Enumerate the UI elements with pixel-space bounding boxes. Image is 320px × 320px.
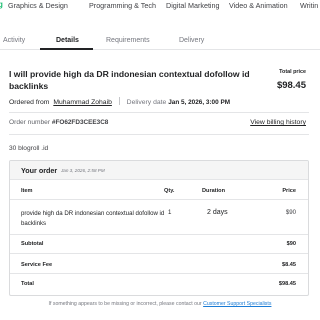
row-divider — [10, 253, 308, 254]
total-price-label: Total price — [279, 69, 306, 75]
total-label: Total — [21, 281, 34, 287]
item-price: $90 — [285, 209, 296, 216]
total-price-value: $98.45 — [276, 80, 306, 91]
nav-item-graphics-design[interactable]: Graphics & Design — [8, 1, 68, 10]
order-tabs: Activity Details Requirements Delivery — [0, 30, 320, 50]
order-number-label: Order number — [9, 119, 51, 126]
item-duration: 2 days — [207, 209, 228, 216]
ordered-from-label: Ordered from — [9, 99, 50, 106]
delivery-date-value: Jan 5, 2026, 3:00 PM — [168, 99, 231, 106]
nav-item-writing[interactable]: Writin — [300, 1, 318, 10]
row-divider — [10, 199, 308, 200]
row-divider — [10, 273, 308, 274]
order-meta-row: Ordered from Muhammad Zohaib Delivery da… — [9, 97, 230, 106]
item-description: provide high da DR indonesian contextual… — [21, 210, 165, 227]
active-tab-indicator — [40, 48, 93, 50]
subtotal-label: Subtotal — [21, 241, 44, 247]
column-header-item: Item — [21, 188, 33, 194]
tab-requirements[interactable]: Requirements — [106, 37, 150, 44]
order-quantity-note: 30 blogroll .id — [9, 145, 49, 152]
nav-item-programming-tech[interactable]: Programming & Tech — [89, 1, 156, 10]
your-order-title: Your order — [21, 166, 58, 175]
subtotal-value: $90 — [286, 241, 296, 247]
nav-item-video-animation[interactable]: Video & Animation — [229, 1, 288, 10]
support-note-text: If something appears to be missing or in… — [48, 301, 202, 307]
service-fee-value: $8.45 — [282, 262, 296, 268]
service-fee-label: Service Fee — [21, 262, 53, 268]
delivery-date-label: Delivery date — [126, 99, 167, 106]
tab-activity[interactable]: Activity — [3, 37, 25, 44]
divider — [9, 112, 309, 113]
tab-details[interactable]: Details — [56, 37, 79, 44]
your-order-card: Your order Jan 3, 2026, 2:58 PM Item Qty… — [9, 160, 309, 296]
row-divider — [10, 234, 308, 235]
order-number-value: #FO62FD3CEE3C8 — [51, 119, 109, 126]
logo-fragment[interactable]: g — [0, 0, 3, 9]
card-header: Your order Jan 3, 2026, 2:58 PM — [10, 161, 308, 180]
category-nav: g Graphics & Design Programming & Tech D… — [0, 0, 320, 13]
seller-link[interactable]: Muhammad Zohaib — [53, 99, 112, 106]
meta-divider — [118, 97, 120, 105]
item-qty: 1 — [168, 209, 172, 216]
column-header-duration: Duration — [202, 188, 225, 194]
view-billing-history-link[interactable]: View billing history — [250, 119, 306, 126]
column-header-qty: Qty. — [164, 188, 175, 194]
customer-support-link[interactable]: Customer Support Specialists — [203, 301, 271, 307]
total-value: $98.45 — [278, 281, 296, 287]
gig-title: I will provide high da DR indonesian con… — [9, 69, 250, 91]
column-header-price: Price — [282, 188, 296, 194]
divider — [9, 134, 309, 135]
order-number-row: Order number #FO62FD3CEE3C8 — [9, 119, 108, 126]
order-date: Jan 3, 2026, 2:58 PM — [61, 168, 105, 173]
tab-delivery[interactable]: Delivery — [179, 37, 204, 44]
nav-item-digital-marketing[interactable]: Digital Marketing — [166, 1, 220, 10]
support-note: If something appears to be missing or in… — [0, 301, 320, 307]
